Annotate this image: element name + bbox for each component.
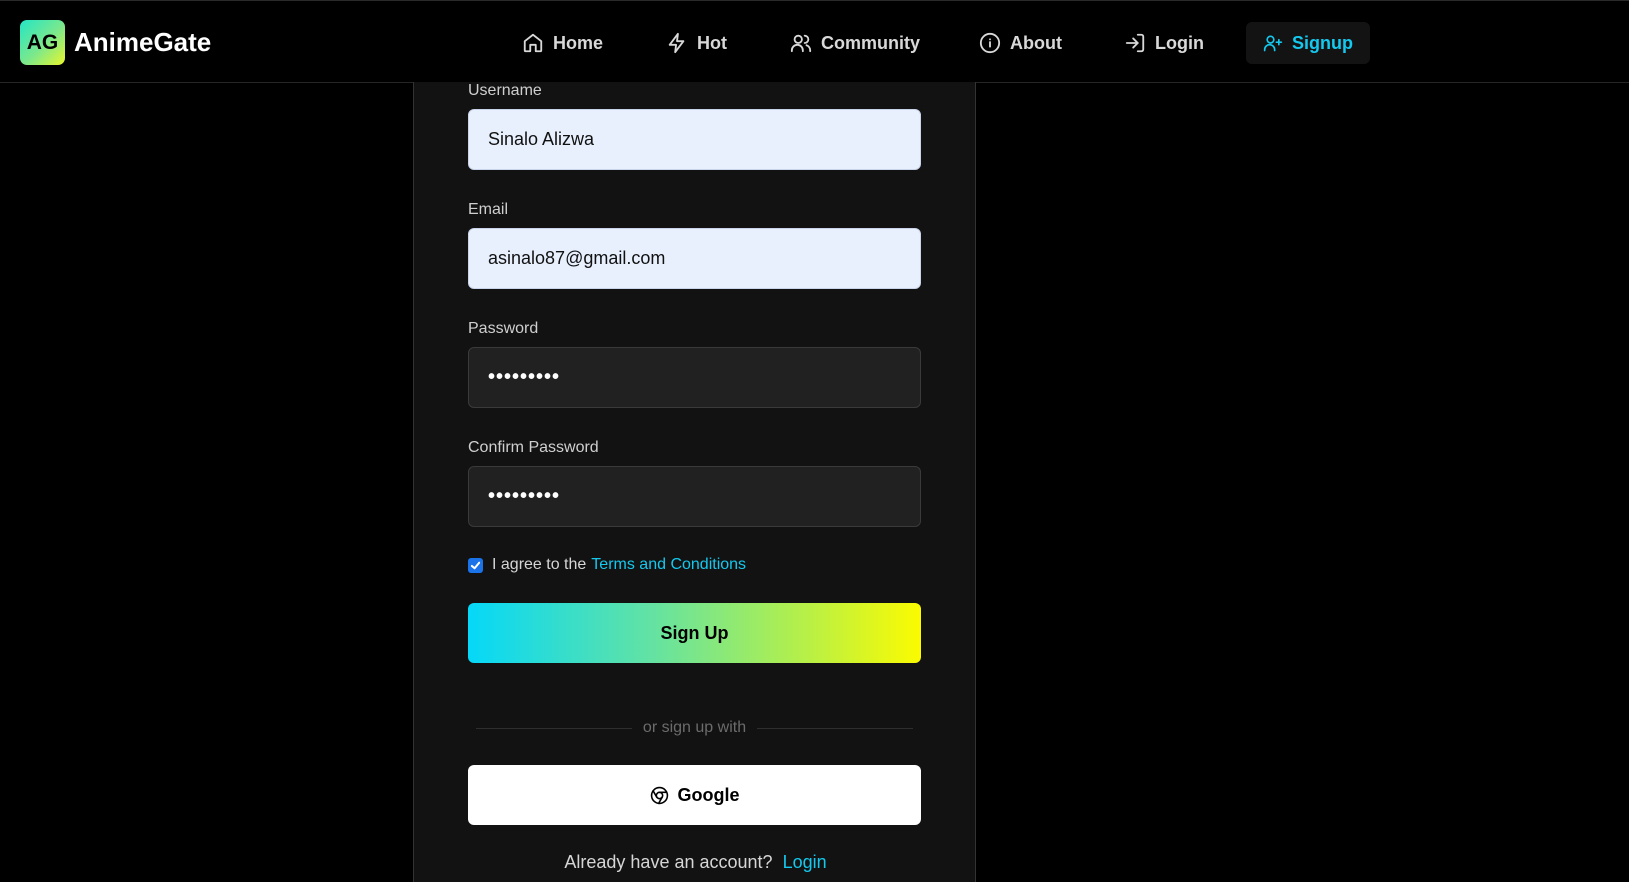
password-label: Password [468,320,539,337]
nav-item-hot[interactable]: Hot [666,22,727,64]
terms-agreement: I agree to the Terms and Conditions [468,556,746,574]
confirm-password-label: Confirm Password [468,439,599,456]
google-button-label: Google [677,784,740,805]
confirm-password-input[interactable]: ••••••••• [468,466,921,527]
users-icon [790,34,812,53]
brand-name: AnimeGate [74,27,212,57]
email-label: Email [468,201,509,218]
home-icon [523,33,543,53]
login-link[interactable]: Login [783,852,827,872]
login-prompt: Already have an account? Login [414,852,977,873]
top-navbar: AG AnimeGate Home Hot Community About Lo… [0,0,1629,83]
terms-text: I agree to the [492,556,587,573]
nav-item-home[interactable]: Home [522,22,603,64]
terms-checkbox[interactable] [468,557,483,573]
divider-line-left [476,727,632,729]
checkmark-icon [470,561,481,569]
nav-item-community[interactable]: Community [790,22,920,64]
sign-up-button[interactable]: Sign Up [468,603,921,663]
divider-text: or sign up with [642,719,747,736]
signup-card: Username Sinalo Alizwa Email asinalo87@g… [413,82,976,882]
email-input[interactable]: asinalo87@gmail.com [468,228,921,289]
divider-line-right [757,727,914,729]
username-input[interactable]: Sinalo Alizwa [468,109,921,170]
nav-item-signup[interactable]: Signup [1246,22,1370,64]
lightning-icon [668,32,685,54]
nav-label-hot: Hot [697,32,727,53]
password-input[interactable]: ••••••••• [468,347,921,408]
login-prompt-text: Already have an account? [564,852,773,872]
brand-logo: AG [20,20,65,65]
user-plus-icon [1263,35,1283,52]
nav-label-login: Login [1155,32,1204,53]
nav-label-home: Home [553,32,604,53]
nav-label-signup: Signup [1292,32,1353,53]
nav-item-about[interactable]: About [979,22,1062,64]
terms-link[interactable]: Terms and Conditions [591,556,746,574]
nav-label-about: About [1010,32,1062,53]
social-divider: or sign up with [476,718,914,738]
info-icon [979,32,1001,54]
chrome-icon [650,786,668,804]
nav-label-community: Community [821,32,920,53]
login-icon [1125,33,1145,53]
brand[interactable]: AG AnimeGate [20,20,211,65]
username-label: Username [468,82,542,99]
nav-item-login[interactable]: Login [1124,22,1204,64]
google-signup-button[interactable]: Google [468,765,921,825]
